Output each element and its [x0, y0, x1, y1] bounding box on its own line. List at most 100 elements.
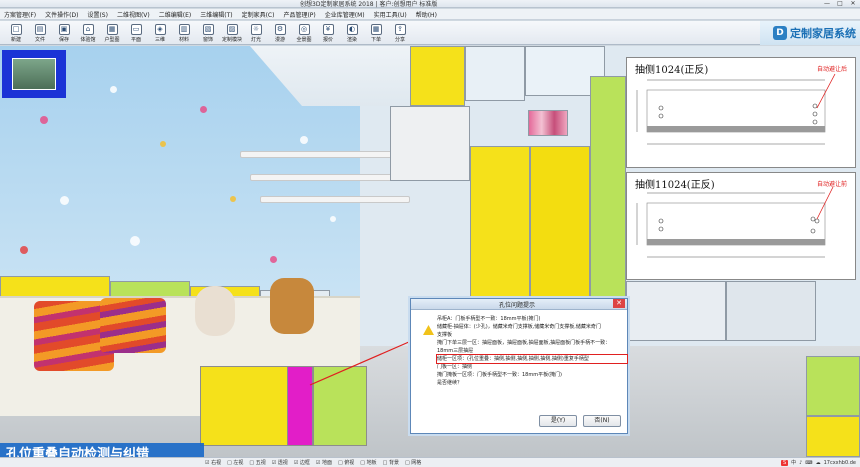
tool-3d[interactable]: ◈ 三维 [148, 21, 172, 45]
wallpaper-dot [200, 106, 207, 113]
menu-3d-edit[interactable]: 三维编辑(T) [200, 10, 232, 19]
bed-drawer[interactable] [200, 366, 290, 446]
wallpaper-dot [110, 86, 117, 93]
tool-curtain[interactable]: ▧ 窗饰 [196, 21, 220, 45]
light-icon: ☼ [250, 23, 262, 35]
menu-product[interactable]: 产品管理(P) [283, 10, 315, 19]
brand-name: 定制家居系统 [790, 27, 856, 40]
tool-plan[interactable]: ▭ 平面 [124, 21, 148, 45]
floorplan-icon: ▦ [106, 23, 118, 35]
toolbar: □ 新建 ▤ 文件 ▣ 保存 ⌂ 体验馆 ▦ 户型图 ▭ 平面 ◈ 三维 ▥ 材料 ▧ 窗饰 ▨ 定… [0, 21, 860, 45]
hole-problem-dialog: 孔位问题提示 ✕ 吊柜A：门板手柄型不一致：18mm平板(掩门) 储藏柜-抽屉体… [410, 298, 628, 434]
tool-order[interactable]: ▦ 下单 [364, 21, 388, 45]
cabinet-yellow[interactable] [806, 416, 860, 457]
view-option[interactable]: ☑ 透视 [272, 459, 288, 466]
menu-scheme[interactable]: 方案管理(F) [4, 10, 36, 19]
wall-shelf[interactable] [260, 196, 410, 203]
tool-share[interactable]: ⇪ 分享 [388, 21, 412, 45]
view-option[interactable]: □ 五视 [249, 459, 265, 466]
dialog-close-button[interactable]: ✕ [613, 299, 625, 308]
cube-icon: ◈ [154, 23, 166, 35]
wallpaper-dot [40, 116, 48, 124]
yes-button[interactable]: 是(Y) [539, 415, 577, 427]
tool-walk[interactable]: ⚙ 漫游 [268, 21, 292, 45]
wall-cabinet[interactable] [726, 281, 816, 341]
window-controls: — □ ✕ [822, 0, 858, 7]
material-icon: ▥ [178, 23, 190, 35]
dialog-message: 吊柜A：门板手柄型不一致：18mm平板(掩门) [437, 316, 541, 322]
tool-floorplan[interactable]: ▦ 户型图 [100, 21, 124, 45]
system-tray: S 中 ♪ ⌨ ☁ 17cxxhb0.de [780, 459, 856, 466]
order-icon: ▦ [370, 23, 382, 35]
cloud-icon[interactable]: ☁ [816, 460, 821, 466]
wall-shelf[interactable] [240, 151, 410, 158]
wall-shelf[interactable] [250, 174, 410, 181]
new-file-icon: □ [10, 23, 22, 35]
view-option[interactable]: ☑ 边框 [294, 459, 310, 466]
menu-tools[interactable]: 实用工具(U) [374, 10, 407, 19]
dialog-title: 孔位问题提示 [499, 302, 536, 309]
tool-render[interactable]: ◐ 渲染 [340, 21, 364, 45]
tool-showroom[interactable]: ⌂ 体验馆 [76, 21, 100, 45]
cabinet-green[interactable] [806, 356, 860, 416]
share-icon: ⇪ [394, 23, 406, 35]
dialog-message: 门板一区：抽侧 [437, 364, 473, 370]
tool-quote[interactable]: ¥ 报价 [316, 21, 340, 45]
no-button[interactable]: 否(N) [583, 415, 621, 427]
dialog-message: 掩门掩板一区项：门板手柄型不一致：18mm平板(掩门) [437, 372, 563, 378]
folder-icon: ▤ [34, 23, 46, 35]
ime-icon[interactable]: S [780, 459, 789, 466]
dialog-messages: 吊柜A：门板手柄型不一致：18mm平板(掩门) 储藏柜-抽屉体：(少孔)，储藏米… [436, 315, 628, 387]
menu-library[interactable]: 企业库管理(M) [325, 10, 365, 19]
tool-save[interactable]: ▣ 保存 [52, 21, 76, 45]
brand-logo: D 定制家居系统 [760, 21, 860, 45]
drawing-title: 抽侧1024(正反) [635, 65, 709, 76]
wardrobe-upper-yellow[interactable] [410, 46, 465, 106]
tool-panorama[interactable]: ◎ 全景图 [292, 21, 316, 45]
tool-file[interactable]: ▤ 文件 [28, 21, 52, 45]
wardrobe-door-green[interactable] [590, 76, 626, 336]
shelf-unit[interactable] [390, 106, 470, 181]
wall-cabinet[interactable] [626, 281, 726, 341]
dialog-message: 支撑板 [437, 332, 453, 338]
close-button[interactable]: ✕ [848, 0, 858, 7]
view-option[interactable]: □ 网格 [405, 459, 421, 466]
sound-icon[interactable]: ♪ [799, 460, 802, 466]
tool-new[interactable]: □ 新建 [4, 21, 28, 45]
view-option[interactable]: □ 地板 [360, 459, 376, 466]
minimize-button[interactable]: — [822, 0, 832, 7]
module-icon: ▨ [226, 23, 238, 35]
panorama-icon: ◎ [298, 23, 310, 35]
view-option[interactable]: ☑ 右视 [205, 459, 221, 466]
tool-light[interactable]: ☼ 灯光 [244, 21, 268, 45]
view-option[interactable]: ☑ 地面 [316, 459, 332, 466]
dialog-message: 掩门下单三层一区：抽屉面板，抽屉面板,抽屉面板,抽屉面板门板手柄不一致： [437, 340, 611, 346]
drawing-panel-before: 抽侧11024(正反) 自动避让前 [626, 172, 856, 280]
menu-custom-furniture[interactable]: 定制家具(C) [242, 10, 275, 19]
maximize-button[interactable]: □ [835, 0, 845, 7]
tool-material[interactable]: ▥ 材料 [172, 21, 196, 45]
menu-2d-edit[interactable]: 二维编辑(E) [159, 10, 191, 19]
dialog-message-highlighted: 储柜一区项：(孔位重叠：抽侧,抽侧,抽侧,抽侧,抽侧,抽侧)重复手柄型 [436, 354, 628, 364]
dialog-message: 储藏柜-抽屉体：(少孔)，储藏米奇门支撑板,储藏米奇门支撑板,储藏米奇门 [437, 324, 601, 330]
menu-2d-view[interactable]: 二维视图(V) [117, 10, 150, 19]
keyboard-icon[interactable]: ⌨ [805, 460, 812, 466]
view-option[interactable]: □ 背景 [383, 459, 399, 466]
menu-help[interactable]: 帮助(H) [416, 10, 437, 19]
input-mode-icon[interactable]: 中 [791, 459, 796, 466]
view-option[interactable]: □ 俯视 [338, 459, 354, 466]
wallpaper-dot [330, 216, 336, 222]
wallpaper-dot [60, 196, 69, 205]
dialog-message: 18mm三层抽屉 [437, 348, 474, 354]
wardrobe-upper-white[interactable] [465, 46, 525, 101]
wallpaper-dot [20, 246, 28, 254]
drawing-note: 自动避让后 [816, 66, 847, 73]
watermark-text: 17cxxhb0.de [823, 459, 856, 466]
view-option[interactable]: □ 左视 [227, 459, 243, 466]
tool-module[interactable]: ▨ 定制模块 [220, 21, 244, 45]
minimap[interactable] [2, 50, 66, 98]
walk-icon: ⚙ [274, 23, 286, 35]
teddy-bear [195, 286, 235, 336]
menu-settings[interactable]: 设置(S) [87, 10, 108, 19]
menu-file[interactable]: 文件操作(D) [45, 10, 78, 19]
